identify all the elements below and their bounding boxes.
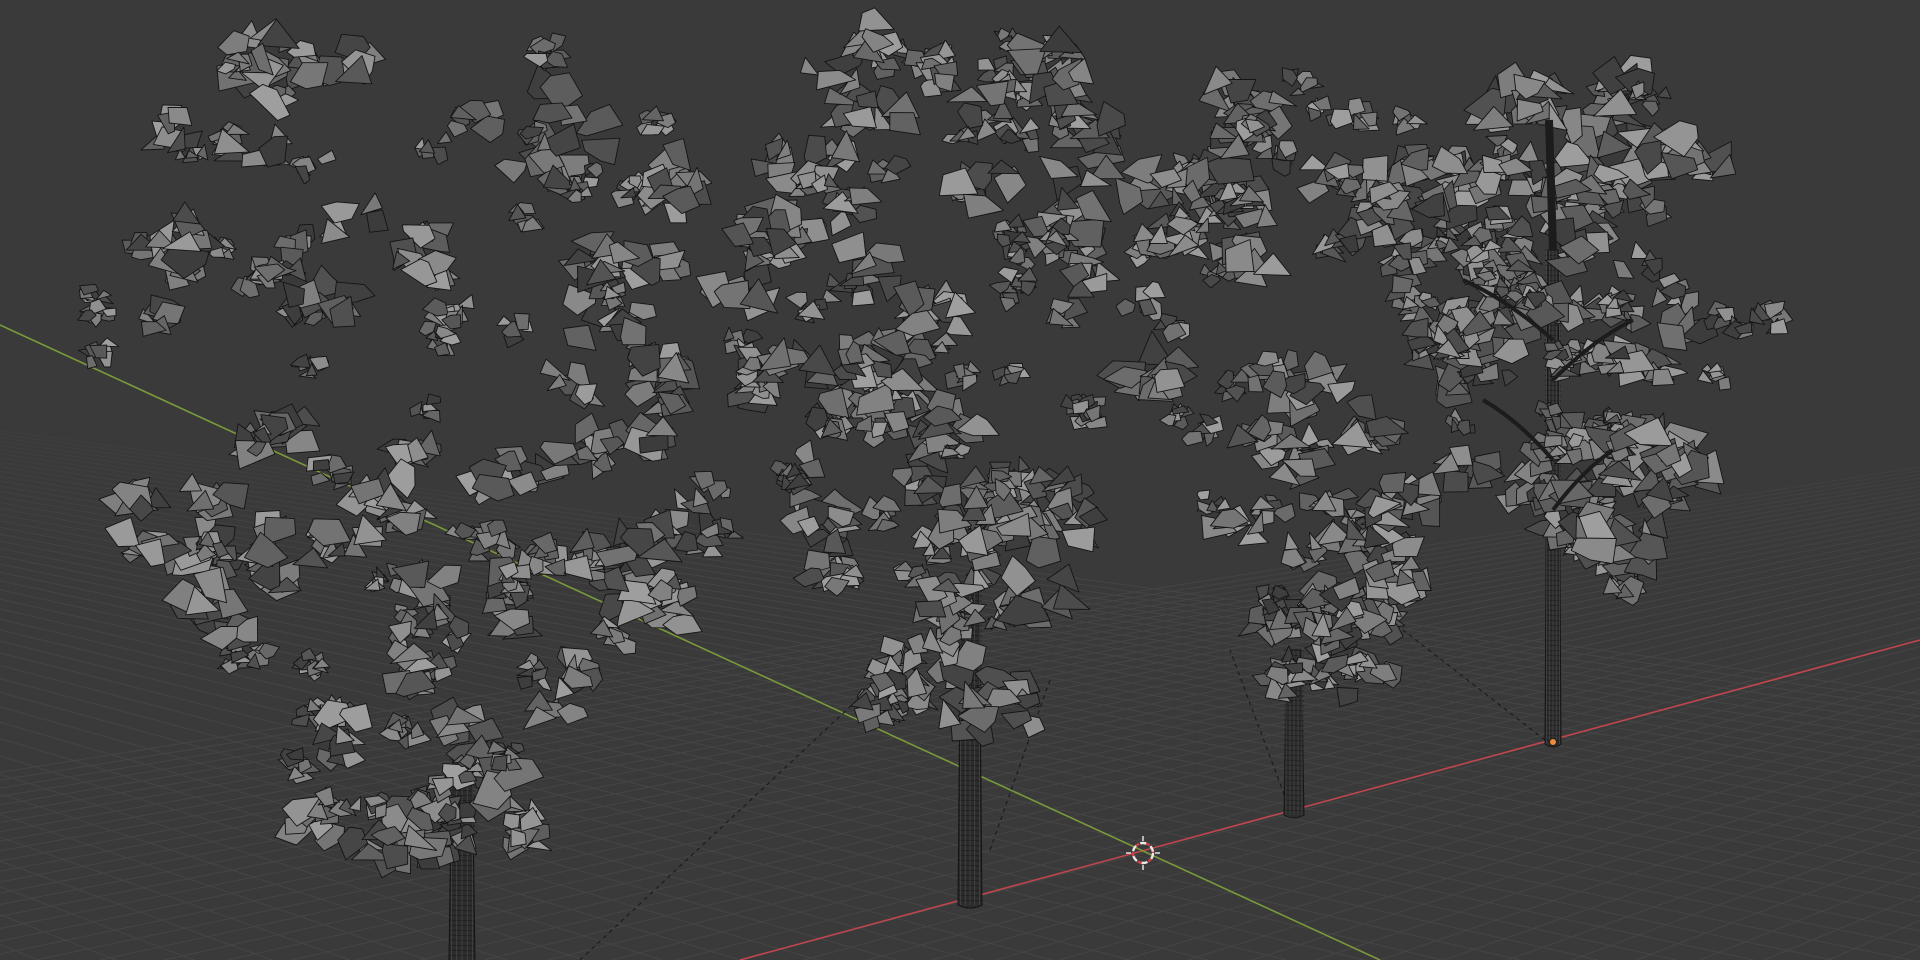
viewport-canvas[interactable] <box>0 0 1920 960</box>
3d-viewport[interactable] <box>0 0 1920 960</box>
object-origin-icon <box>1549 738 1557 746</box>
